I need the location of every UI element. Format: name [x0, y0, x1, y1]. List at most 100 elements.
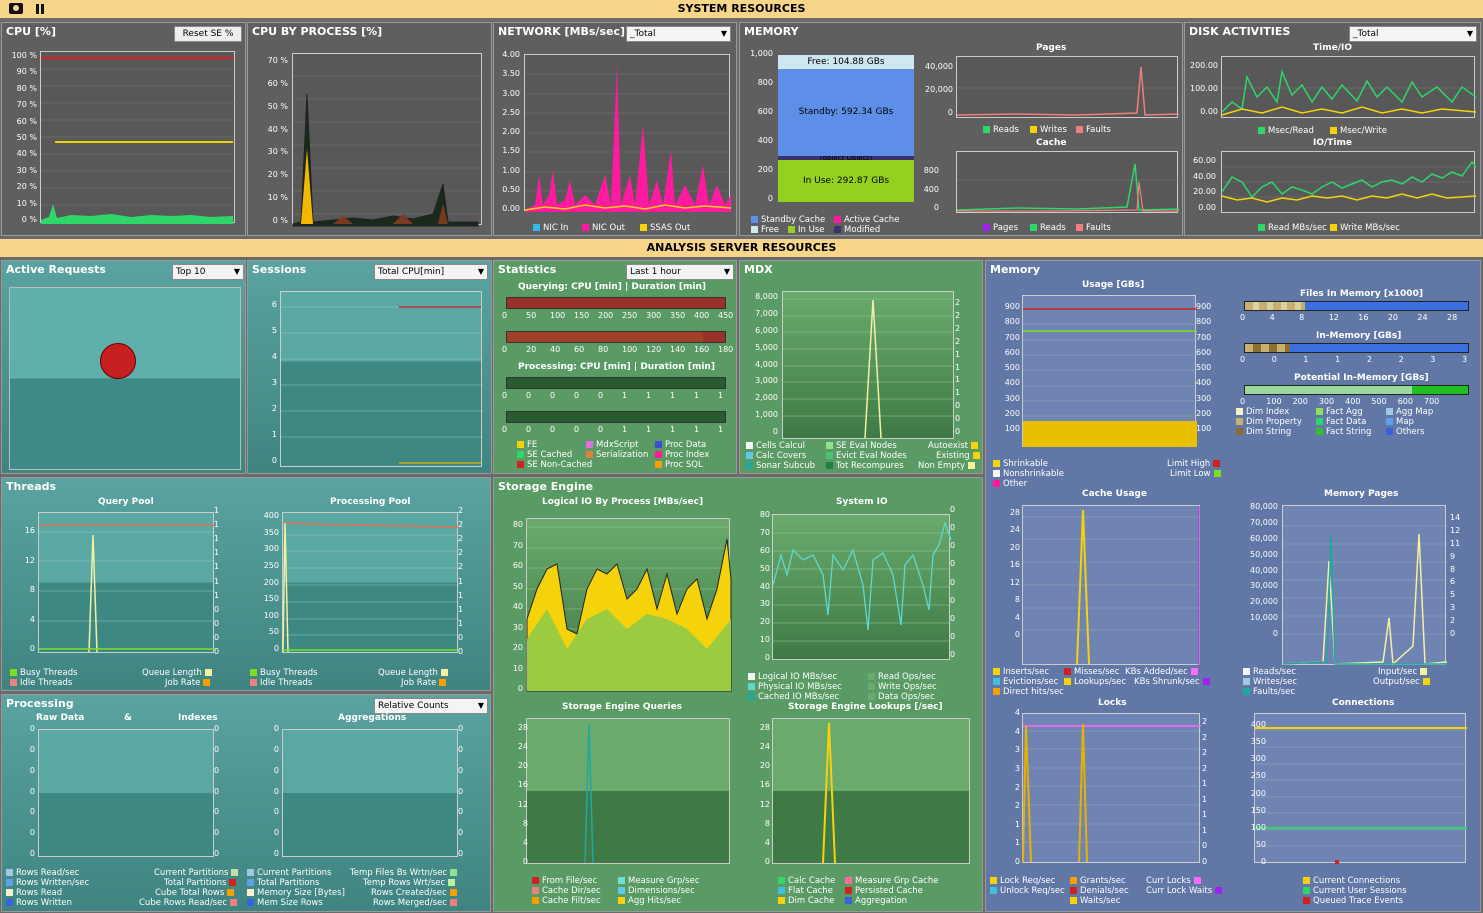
legend-item[interactable]: Queue Length [142, 668, 215, 678]
legend-item[interactable]: Rows Read [6, 888, 62, 898]
legend-item[interactable]: Cached IO MBs/sec [748, 692, 839, 702]
legend-item[interactable]: Busy Threads [10, 668, 78, 678]
legend-item[interactable]: Data Ops/sec [868, 692, 935, 702]
legend-item[interactable]: FE [517, 440, 537, 450]
legend-item[interactable]: Writes [1030, 125, 1067, 135]
legend-item[interactable]: Dim String [1236, 427, 1291, 437]
legend-item[interactable]: Memory Size [Bytes] [247, 888, 345, 898]
legend-item[interactable]: Read MBs/sec [1258, 223, 1327, 233]
legend-item[interactable]: Rows Created/sec [371, 888, 460, 898]
legend-item[interactable]: Read Ops/sec [868, 672, 936, 682]
legend-item[interactable]: Current Connections [1303, 876, 1400, 886]
reset-se-button[interactable]: Reset SE % [174, 26, 242, 42]
legend-item[interactable]: Write Ops/sec [868, 682, 937, 692]
legend-item[interactable]: Input/sec [1378, 667, 1430, 677]
legend-item[interactable]: Cube Total Rows [155, 888, 237, 898]
legend-item[interactable]: Rows Merged/sec [373, 898, 460, 908]
legend-item[interactable]: Fact Data [1316, 417, 1366, 427]
network-select[interactable]: _Total ▼ [626, 26, 731, 42]
legend-item[interactable]: Aggregation [845, 896, 907, 906]
legend-item[interactable]: Existing [936, 451, 983, 461]
legend-item[interactable]: Writes/sec [1243, 677, 1297, 687]
legend-item[interactable]: Msec/Read [1258, 126, 1314, 136]
legend-item[interactable]: Direct hits/sec [993, 687, 1064, 697]
legend-item[interactable]: Misses/sec [1064, 667, 1119, 677]
legend-item[interactable]: Non Empty [918, 461, 978, 471]
camera-icon[interactable] [9, 3, 23, 14]
legend-item[interactable]: Queue Length [378, 668, 451, 678]
legend-item[interactable]: SE Cached [517, 450, 572, 460]
legend-item[interactable]: Temp Files Bs Wrtn/sec [350, 868, 460, 878]
sessions-select[interactable]: Total CPU[min] ▼ [374, 264, 488, 280]
legend-item[interactable]: Evictions/sec [993, 677, 1058, 687]
legend-item[interactable]: Map [1386, 417, 1414, 427]
legend-item[interactable]: Modified [834, 225, 880, 235]
legend-item[interactable]: SSAS Out [640, 223, 690, 233]
legend-item[interactable]: Physical IO MBs/sec [748, 682, 842, 692]
legend-item[interactable]: MdxScript [586, 440, 638, 450]
legend-item[interactable]: From File/sec [532, 876, 597, 886]
legend-item[interactable]: Agg Map [1386, 407, 1433, 417]
legend-item[interactable]: Queued Trace Events [1303, 896, 1403, 906]
pause-icon[interactable] [36, 4, 39, 14]
legend-item[interactable]: Mem Size Rows [247, 898, 323, 908]
legend-item[interactable]: Curr Lock Waits [1146, 886, 1225, 896]
statistics-select[interactable]: Last 1 hour ▼ [626, 264, 734, 280]
legend-item[interactable]: Inserts/sec [993, 667, 1049, 677]
legend-item[interactable]: Others [1386, 427, 1425, 437]
legend-item[interactable]: Waits/sec [1070, 896, 1120, 906]
legend-item[interactable]: Msec/Write [1330, 126, 1387, 136]
legend-item[interactable]: Idle Threads [250, 678, 312, 688]
legend-item[interactable]: Limit Low [1170, 469, 1224, 479]
legend-item[interactable]: Total Partitions [247, 878, 319, 888]
legend-item[interactable]: Proc Data [655, 440, 706, 450]
legend-item[interactable]: Pages [983, 223, 1018, 233]
legend-item[interactable]: Cache Filt/sec [532, 896, 601, 906]
active-request-bubble[interactable] [100, 343, 136, 379]
legend-item[interactable]: Autoexist [928, 441, 981, 451]
legend-item[interactable]: Faults/sec [1243, 687, 1295, 697]
legend-item[interactable]: Temp Rows Wrt/sec [363, 878, 458, 888]
legend-item[interactable]: SE Eval Nodes [826, 441, 897, 451]
legend-item[interactable]: Cache Dir/sec [532, 886, 601, 896]
legend-item[interactable]: Dim Property [1236, 417, 1302, 427]
legend-item[interactable]: Dimensions/sec [618, 886, 695, 896]
legend-item[interactable]: Fact String [1316, 427, 1371, 437]
legend-item[interactable]: Faults [1076, 223, 1111, 233]
legend-item[interactable]: Job Rate [165, 678, 213, 688]
legend-item[interactable]: Unlock Req/sec [990, 886, 1065, 896]
legend-item[interactable]: Lookups/sec [1064, 677, 1126, 687]
legend-item[interactable]: Current Partitions [154, 868, 241, 878]
legend-item[interactable]: Dim Index [1236, 407, 1289, 417]
legend-item[interactable]: Dim Cache [778, 896, 834, 906]
legend-item[interactable]: Measure Grp/sec [618, 876, 700, 886]
legend-item[interactable]: Free [751, 225, 779, 235]
legend-item[interactable]: Write MBs/sec [1330, 223, 1400, 233]
legend-item[interactable]: Proc SQL [655, 460, 703, 470]
legend-item[interactable]: Measure Grp Cache [845, 876, 938, 886]
legend-item[interactable]: Nonshrinkable [993, 469, 1064, 479]
legend-item[interactable]: Output/sec [1373, 677, 1433, 687]
legend-item[interactable]: SE Non-Cached [517, 460, 592, 470]
legend-item[interactable]: Rows Written/sec [6, 878, 89, 888]
legend-item[interactable]: Cells Calcul [746, 441, 805, 451]
legend-item[interactable]: Tot Recompures [826, 461, 904, 471]
legend-item[interactable]: Active Cache [834, 215, 899, 225]
legend-item[interactable]: Calc Cache [778, 876, 835, 886]
legend-item[interactable]: Faults [1076, 125, 1111, 135]
legend-item[interactable]: Current Partitions [247, 868, 331, 878]
legend-item[interactable]: KBs Shrunk/sec [1134, 677, 1213, 687]
legend-item[interactable]: Evict Eval Nodes [826, 451, 907, 461]
legend-item[interactable]: Lock Req/sec [990, 876, 1055, 886]
legend-item[interactable]: Denials/sec [1070, 886, 1129, 896]
legend-item[interactable]: Job Rate [401, 678, 449, 688]
legend-item[interactable]: Grants/sec [1070, 876, 1126, 886]
legend-item[interactable]: NIC Out [582, 223, 625, 233]
processing-select[interactable]: Relative Counts ▼ [374, 698, 488, 714]
legend-item[interactable]: Reads [983, 125, 1019, 135]
legend-item[interactable]: KBs Added/sec [1125, 667, 1201, 677]
legend-item[interactable]: Rows Read/sec [6, 868, 79, 878]
legend-item[interactable]: Total Partitions [164, 878, 239, 888]
legend-item[interactable]: Calc Covers [746, 451, 806, 461]
legend-item[interactable]: Shrinkable [993, 459, 1048, 469]
